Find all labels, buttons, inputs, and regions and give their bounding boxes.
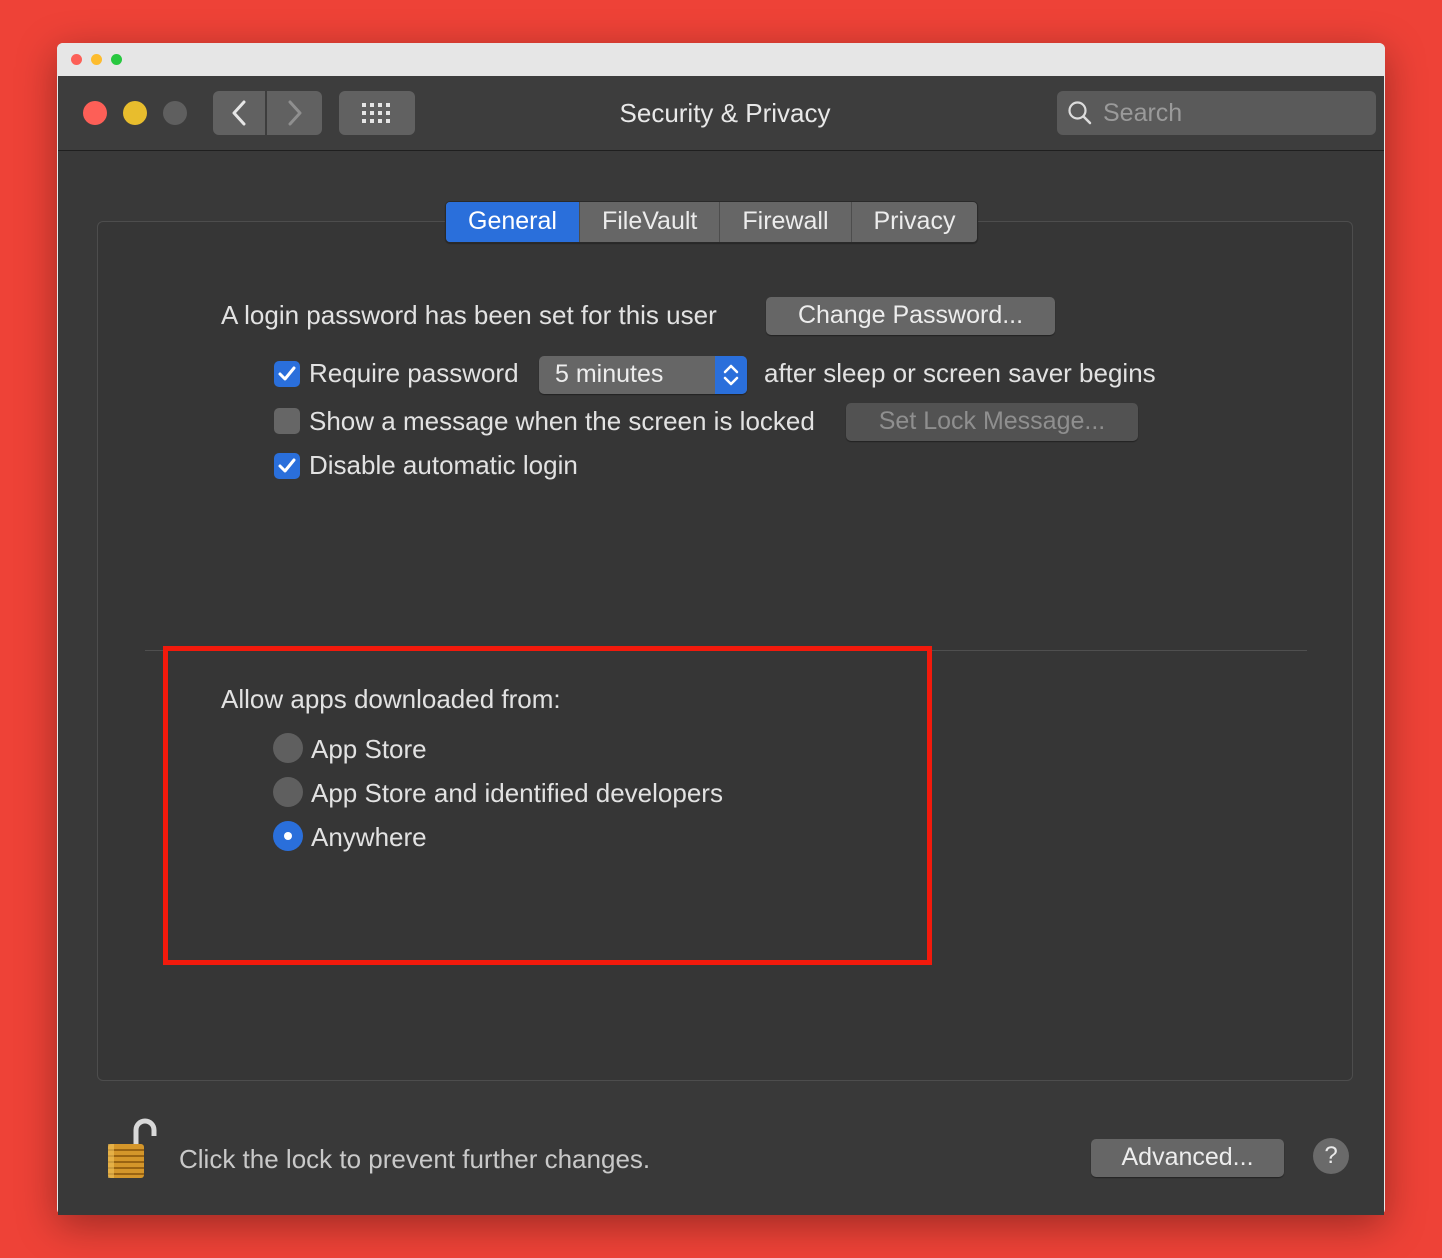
chevron-left-icon bbox=[232, 100, 246, 126]
grid-icon bbox=[362, 103, 390, 123]
security-privacy-window: Security & Privacy Search General FileVa… bbox=[58, 76, 1384, 1215]
annotation-highlight-box bbox=[163, 646, 932, 965]
select-value: 5 minutes bbox=[555, 360, 664, 388]
outer-close-dot bbox=[71, 54, 82, 65]
unlocked-padlock-icon bbox=[108, 1118, 157, 1178]
login-password-text: A login password has been set for this u… bbox=[221, 300, 717, 330]
lock-button[interactable] bbox=[102, 1116, 158, 1180]
show-all-button[interactable] bbox=[339, 91, 415, 135]
checkmark-icon bbox=[278, 458, 296, 473]
minimize-button[interactable] bbox=[123, 101, 147, 125]
require-password-interval-select[interactable]: 5 minutes bbox=[539, 356, 747, 394]
zoom-button[interactable] bbox=[163, 101, 187, 125]
advanced-button[interactable]: Advanced... bbox=[1091, 1139, 1284, 1177]
show-message-label: Show a message when the screen is locked bbox=[309, 406, 815, 436]
set-lock-message-button[interactable]: Set Lock Message... bbox=[846, 403, 1138, 441]
close-button[interactable] bbox=[83, 101, 107, 125]
lock-status-text: Click the lock to prevent further change… bbox=[179, 1144, 651, 1174]
tab-general[interactable]: General bbox=[446, 202, 580, 242]
require-password-checkbox[interactable] bbox=[274, 361, 300, 387]
help-button[interactable]: ? bbox=[1313, 1138, 1349, 1174]
tab-firewall[interactable]: Firewall bbox=[720, 202, 852, 242]
search-field[interactable]: Search bbox=[1057, 91, 1376, 135]
search-icon bbox=[1068, 101, 1092, 125]
outer-minimize-dot bbox=[91, 54, 102, 65]
search-placeholder: Search bbox=[1103, 99, 1183, 127]
checkmark-icon bbox=[278, 366, 296, 381]
chevron-right-icon bbox=[288, 100, 301, 126]
require-password-label: Require password bbox=[309, 358, 519, 388]
outer-zoom-dot bbox=[111, 54, 122, 65]
title-bar: Security & Privacy Search bbox=[58, 76, 1384, 151]
tab-bar: General FileVault Firewall Privacy bbox=[445, 201, 979, 243]
forward-button[interactable] bbox=[267, 91, 322, 135]
tab-privacy[interactable]: Privacy bbox=[852, 202, 978, 242]
after-sleep-text: after sleep or screen saver begins bbox=[764, 358, 1156, 388]
select-stepper bbox=[715, 356, 747, 394]
window-title: Security & Privacy bbox=[619, 98, 831, 128]
disable-auto-login-checkbox[interactable] bbox=[274, 453, 300, 479]
tab-filevault[interactable]: FileVault bbox=[580, 202, 721, 242]
back-button[interactable] bbox=[213, 91, 265, 135]
disable-auto-login-label: Disable automatic login bbox=[309, 450, 578, 480]
up-down-chevron-icon bbox=[723, 364, 739, 386]
show-message-checkbox[interactable] bbox=[274, 408, 300, 434]
outer-title-bar bbox=[57, 43, 1385, 76]
change-password-button[interactable]: Change Password... bbox=[766, 297, 1055, 335]
